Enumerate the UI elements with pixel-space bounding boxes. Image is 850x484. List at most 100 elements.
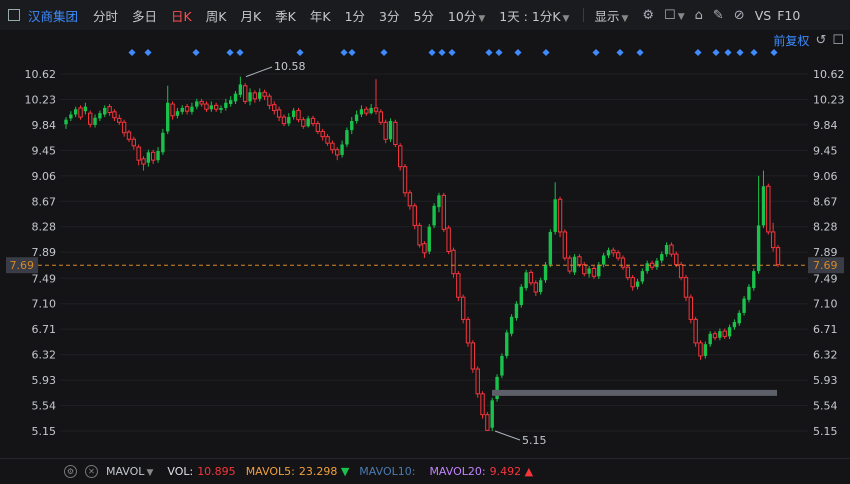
candle[interactable] xyxy=(640,268,645,285)
event-marker-icon[interactable] xyxy=(712,48,720,57)
candle[interactable] xyxy=(378,109,384,125)
candle[interactable] xyxy=(141,156,146,171)
event-marker-icon[interactable] xyxy=(340,48,348,57)
tab-month-k[interactable]: 月K xyxy=(240,6,261,25)
candle[interactable] xyxy=(432,203,436,229)
candle[interactable] xyxy=(538,277,543,295)
candle[interactable] xyxy=(107,104,112,116)
event-marker-icon[interactable] xyxy=(636,48,644,57)
candle[interactable] xyxy=(756,175,761,274)
candle[interactable] xyxy=(98,110,102,121)
draw-pen-icon[interactable]: ✎ xyxy=(713,8,724,23)
candle[interactable] xyxy=(126,130,132,142)
event-marker-icon[interactable] xyxy=(495,48,503,57)
candle[interactable] xyxy=(69,111,73,121)
candle[interactable] xyxy=(131,136,137,150)
candle[interactable] xyxy=(655,258,659,270)
candle[interactable] xyxy=(635,278,640,290)
candle[interactable] xyxy=(606,247,611,259)
candle[interactable] xyxy=(150,149,156,165)
candle[interactable] xyxy=(315,120,321,135)
candle[interactable] xyxy=(620,255,626,270)
candle[interactable] xyxy=(272,101,277,115)
candle[interactable] xyxy=(398,143,403,171)
candle[interactable] xyxy=(766,183,771,235)
candle[interactable] xyxy=(446,225,451,255)
candle[interactable] xyxy=(761,170,766,229)
candle[interactable] xyxy=(156,147,160,163)
candle[interactable] xyxy=(83,102,88,115)
candle[interactable] xyxy=(213,102,219,112)
candle[interactable] xyxy=(500,353,504,379)
candle[interactable] xyxy=(73,106,78,118)
event-marker-icon[interactable] xyxy=(542,48,550,57)
event-markers[interactable] xyxy=(128,48,778,57)
candle[interactable] xyxy=(427,224,431,255)
candle[interactable] xyxy=(93,114,97,128)
event-marker-icon[interactable] xyxy=(724,48,732,57)
candle[interactable] xyxy=(775,244,781,268)
candle[interactable] xyxy=(572,254,577,276)
candle[interactable] xyxy=(228,96,233,107)
candle[interactable] xyxy=(184,104,190,115)
candle[interactable] xyxy=(533,280,539,296)
candle[interactable] xyxy=(121,119,127,137)
tab-day-k[interactable]: 日K xyxy=(171,6,192,25)
candle[interactable] xyxy=(219,105,223,114)
event-marker-icon[interactable] xyxy=(448,48,456,57)
candle[interactable] xyxy=(524,269,528,291)
candle[interactable] xyxy=(693,316,698,347)
support-level-bar[interactable] xyxy=(492,389,777,396)
candle[interactable] xyxy=(146,149,151,167)
settings-icon[interactable]: ⚙ xyxy=(64,465,77,478)
candle[interactable] xyxy=(161,128,165,155)
candle[interactable] xyxy=(199,98,204,107)
candle[interactable] xyxy=(262,89,267,101)
candle[interactable] xyxy=(388,118,393,142)
candle[interactable] xyxy=(514,301,519,321)
indicator-select[interactable]: MAVOL ▼ xyxy=(106,465,153,478)
candle[interactable] xyxy=(364,106,369,116)
candle[interactable] xyxy=(625,264,631,281)
candle[interactable] xyxy=(688,294,694,324)
candle[interactable] xyxy=(683,275,689,302)
candle[interactable] xyxy=(509,314,514,337)
candle[interactable] xyxy=(402,164,408,197)
candle[interactable] xyxy=(243,83,248,105)
candle[interactable] xyxy=(233,90,238,105)
candle[interactable] xyxy=(224,98,228,111)
event-marker-icon[interactable] xyxy=(428,48,436,57)
candlestick-chart[interactable]: 10.6210.239.849.459.068.678.287.897.497.… xyxy=(0,30,850,460)
range-select[interactable]: 1天 : 1分K ▼ xyxy=(499,6,569,25)
tab-quarter-k[interactable]: 季K xyxy=(275,6,296,25)
candle[interactable] xyxy=(567,255,572,274)
candle[interactable] xyxy=(548,229,553,268)
candle[interactable] xyxy=(136,144,141,166)
event-marker-icon[interactable] xyxy=(438,48,446,57)
candle[interactable] xyxy=(712,331,718,341)
candle[interactable] xyxy=(505,329,509,359)
tab-5min[interactable]: 5分 xyxy=(413,6,433,25)
candle[interactable] xyxy=(209,101,214,112)
candle[interactable] xyxy=(519,284,523,308)
candle[interactable] xyxy=(345,127,349,148)
window-layout-icon[interactable]: ☐ ▼ xyxy=(664,8,685,23)
candle[interactable] xyxy=(417,222,422,248)
candle[interactable] xyxy=(306,115,310,128)
candle[interactable] xyxy=(664,242,669,257)
hide-icon[interactable]: ⊘ xyxy=(734,8,745,23)
candle[interactable] xyxy=(325,134,330,146)
candle[interactable] xyxy=(660,251,664,264)
candle[interactable] xyxy=(451,247,456,278)
candle[interactable] xyxy=(591,265,597,279)
display-menu[interactable]: 显示 ▼ xyxy=(594,6,628,25)
candle[interactable] xyxy=(354,110,359,124)
candle[interactable] xyxy=(195,98,199,110)
candle[interactable] xyxy=(78,105,83,120)
candle[interactable] xyxy=(587,265,591,278)
vs-compare-button[interactable]: VS xyxy=(755,8,772,23)
candle[interactable] xyxy=(562,229,568,261)
close-icon[interactable]: ✕ xyxy=(85,465,98,478)
candle[interactable] xyxy=(412,203,417,230)
candle[interactable] xyxy=(611,247,616,257)
